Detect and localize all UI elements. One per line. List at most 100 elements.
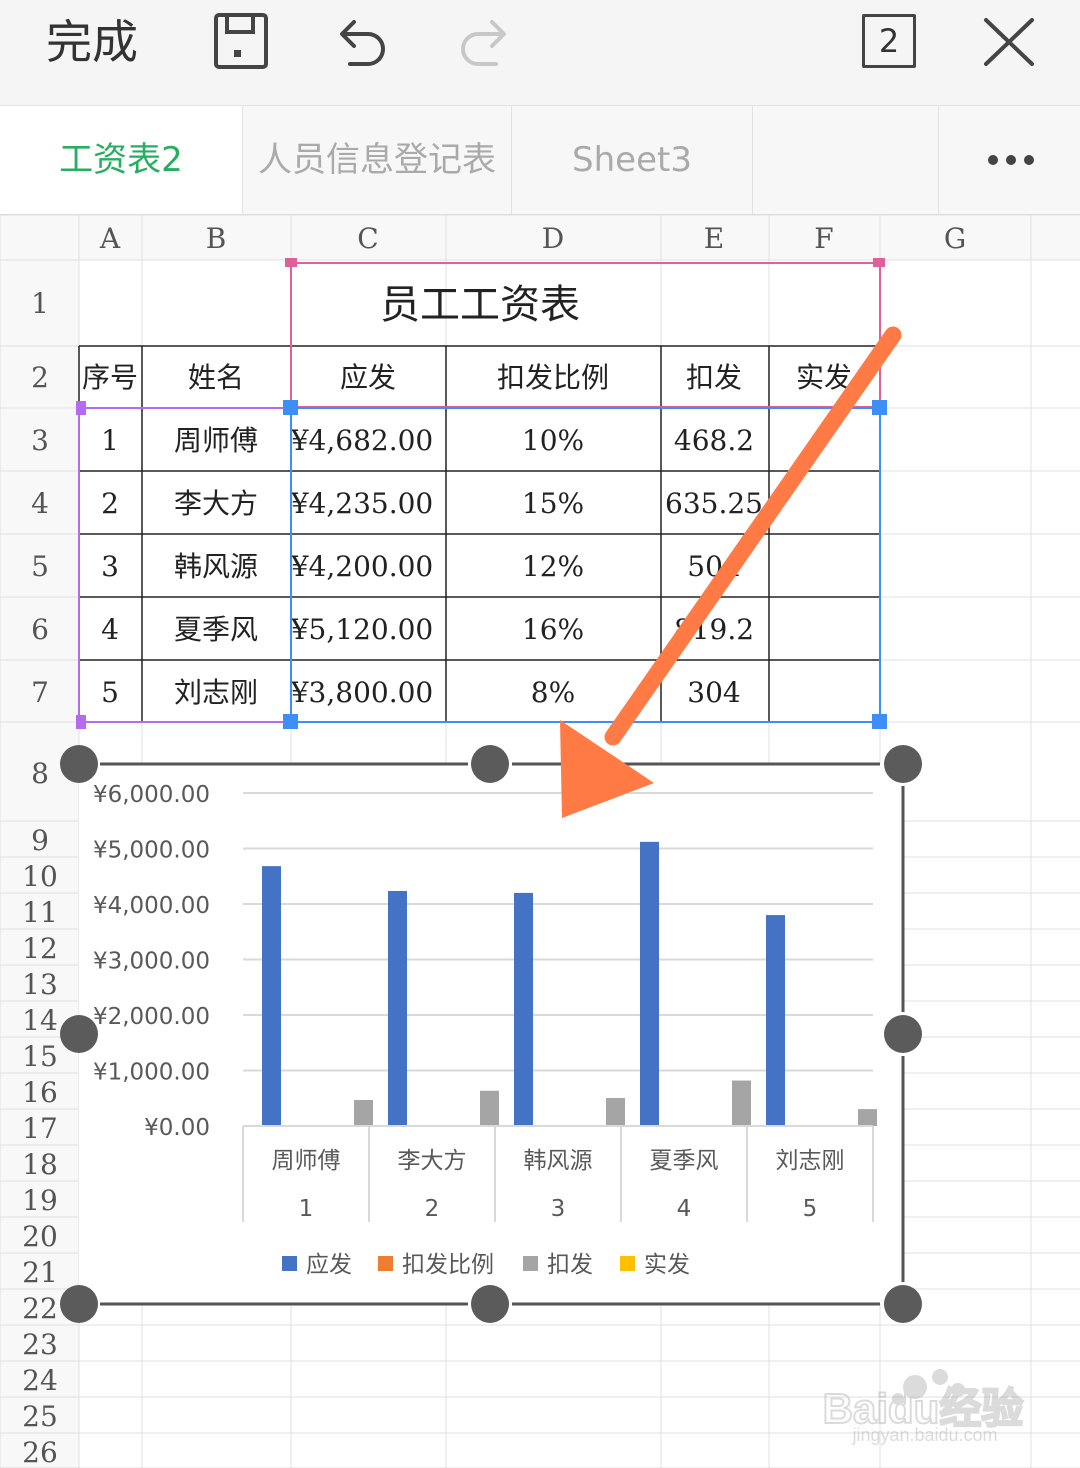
row-header-26[interactable]: 26 bbox=[22, 1436, 58, 1468]
cell-name[interactable]: 韩风源 bbox=[174, 550, 258, 583]
row-header-22[interactable]: 22 bbox=[22, 1292, 58, 1325]
row-header-4[interactable]: 4 bbox=[31, 487, 49, 520]
header-name[interactable]: 姓名 bbox=[188, 361, 244, 394]
col-header-g[interactable]: G bbox=[944, 222, 966, 255]
close-icon[interactable] bbox=[980, 8, 1038, 74]
resize-handle[interactable] bbox=[60, 1285, 98, 1323]
chart-bar[interactable] bbox=[262, 866, 281, 1126]
col-header-f[interactable]: F bbox=[814, 222, 833, 255]
range-handle[interactable] bbox=[285, 258, 297, 267]
redo-icon[interactable] bbox=[454, 8, 512, 74]
cell-index[interactable]: 5 bbox=[101, 676, 119, 709]
row-header-21[interactable]: 21 bbox=[22, 1256, 58, 1289]
resize-handle[interactable] bbox=[471, 1285, 509, 1323]
col-header-b[interactable]: B bbox=[206, 222, 227, 255]
cell-index[interactable]: 4 bbox=[101, 613, 119, 646]
more-tabs-button[interactable] bbox=[938, 106, 1080, 214]
range-handle[interactable] bbox=[872, 714, 887, 729]
resize-handle[interactable] bbox=[471, 745, 509, 783]
resize-handle[interactable] bbox=[884, 1015, 922, 1053]
chart-bar[interactable] bbox=[388, 890, 407, 1126]
row-header-15[interactable]: 15 bbox=[22, 1040, 58, 1073]
cell-index[interactable]: 1 bbox=[101, 424, 119, 457]
resize-handle[interactable] bbox=[60, 745, 98, 783]
cell-deduction[interactable]: 635.25 bbox=[665, 487, 763, 520]
cell-name[interactable]: 李大方 bbox=[174, 487, 258, 520]
row-header-25[interactable]: 25 bbox=[22, 1400, 58, 1433]
row-header-17[interactable]: 17 bbox=[22, 1112, 58, 1145]
sheet-count-button[interactable]: 2 bbox=[862, 14, 916, 68]
resize-handle[interactable] bbox=[60, 1015, 98, 1053]
chart-bar[interactable] bbox=[766, 915, 785, 1126]
header-net-pay[interactable]: 实发 bbox=[796, 361, 852, 394]
row-header-24[interactable]: 24 bbox=[22, 1364, 58, 1397]
chart-bar[interactable] bbox=[732, 1080, 751, 1126]
cell-name[interactable]: 刘志刚 bbox=[174, 676, 258, 709]
chart-bar[interactable] bbox=[858, 1109, 877, 1126]
row-header-12[interactable]: 12 bbox=[22, 932, 58, 965]
range-handle[interactable] bbox=[283, 400, 298, 415]
legend-label[interactable]: 实发 bbox=[644, 1252, 690, 1278]
undo-icon[interactable] bbox=[334, 8, 392, 74]
resize-handle[interactable] bbox=[884, 745, 922, 783]
row-header-3[interactable]: 3 bbox=[31, 424, 49, 457]
resize-handle[interactable] bbox=[884, 1285, 922, 1323]
cell-gross-pay[interactable]: ¥4,682.00 bbox=[290, 424, 434, 457]
legend-label[interactable]: 扣发比例 bbox=[402, 1252, 494, 1278]
save-icon[interactable] bbox=[212, 8, 270, 74]
col-header-d[interactable]: D bbox=[542, 222, 564, 255]
cell-index[interactable]: 2 bbox=[101, 487, 119, 520]
row-header-18[interactable]: 18 bbox=[22, 1148, 58, 1181]
range-handle[interactable] bbox=[283, 714, 298, 729]
tab-personnel-info[interactable]: 人员信息登记表 bbox=[243, 106, 512, 214]
bar-chart[interactable]: ¥0.00 ¥1,000.00 ¥2,000.00 ¥3,000.00 ¥4,000.0… bbox=[60, 745, 922, 1323]
table-title[interactable]: 员工工资表 bbox=[380, 282, 580, 328]
tab-sheet3[interactable]: Sheet3 bbox=[512, 106, 753, 214]
range-handle[interactable] bbox=[76, 401, 86, 415]
header-deduction-rate[interactable]: 扣发比例 bbox=[497, 361, 609, 394]
cell-name[interactable]: 周师傅 bbox=[174, 424, 258, 457]
cell-deduction-rate[interactable]: 12% bbox=[522, 550, 584, 583]
cell-deduction[interactable]: 304 bbox=[687, 676, 740, 709]
cell-gross-pay[interactable]: ¥4,200.00 bbox=[290, 550, 434, 583]
chart-bar[interactable] bbox=[514, 892, 533, 1126]
cell-deduction-rate[interactable]: 15% bbox=[522, 487, 584, 520]
chart-bar[interactable] bbox=[480, 1090, 499, 1126]
cell-deduction[interactable]: 468.2 bbox=[674, 424, 754, 457]
col-header-c[interactable]: C bbox=[357, 222, 378, 255]
row-header-16[interactable]: 16 bbox=[22, 1076, 58, 1109]
cell-name[interactable]: 夏季风 bbox=[174, 613, 258, 646]
cell-gross-pay[interactable]: ¥3,800.00 bbox=[290, 676, 434, 709]
cell-deduction-rate[interactable]: 8% bbox=[531, 676, 575, 709]
header-deduction[interactable]: 扣发 bbox=[686, 361, 742, 394]
range-handle[interactable] bbox=[873, 258, 885, 267]
done-button[interactable]: 完成 bbox=[46, 10, 138, 74]
row-header-19[interactable]: 19 bbox=[22, 1184, 58, 1217]
row-header-14[interactable]: 14 bbox=[22, 1004, 58, 1037]
cell-gross-pay[interactable]: ¥5,120.00 bbox=[290, 613, 434, 646]
row-header-7[interactable]: 7 bbox=[31, 676, 49, 709]
header-gross-pay[interactable]: 应发 bbox=[340, 361, 396, 394]
row-header-10[interactable]: 10 bbox=[22, 860, 58, 893]
cell-deduction-rate[interactable]: 10% bbox=[522, 424, 584, 457]
row-header-2[interactable]: 2 bbox=[31, 361, 49, 394]
cell-index[interactable]: 3 bbox=[101, 550, 119, 583]
tab-salary-sheet[interactable]: 工资表2 bbox=[0, 106, 243, 214]
range-handle[interactable] bbox=[76, 715, 86, 729]
row-header-23[interactable]: 23 bbox=[22, 1328, 58, 1361]
header-index[interactable]: 序号 bbox=[82, 361, 138, 394]
chart-bar[interactable] bbox=[606, 1098, 625, 1126]
row-header-11[interactable]: 11 bbox=[22, 896, 58, 929]
chart-bar[interactable] bbox=[354, 1100, 373, 1126]
legend-label[interactable]: 扣发 bbox=[547, 1252, 593, 1278]
row-header-20[interactable]: 20 bbox=[22, 1220, 58, 1253]
col-header-a[interactable]: A bbox=[99, 222, 121, 255]
row-header-9[interactable]: 9 bbox=[31, 824, 49, 857]
spreadsheet-grid[interactable]: A B C D E F G 1 2 3 4 5 6 7 8 9 10 11 12… bbox=[0, 215, 1080, 1468]
row-header-5[interactable]: 5 bbox=[31, 550, 49, 583]
cell-deduction-rate[interactable]: 16% bbox=[522, 613, 584, 646]
row-header-6[interactable]: 6 bbox=[31, 613, 49, 646]
legend-label[interactable]: 应发 bbox=[306, 1252, 352, 1278]
cell-gross-pay[interactable]: ¥4,235.00 bbox=[290, 487, 434, 520]
row-header-8[interactable]: 8 bbox=[31, 757, 49, 790]
